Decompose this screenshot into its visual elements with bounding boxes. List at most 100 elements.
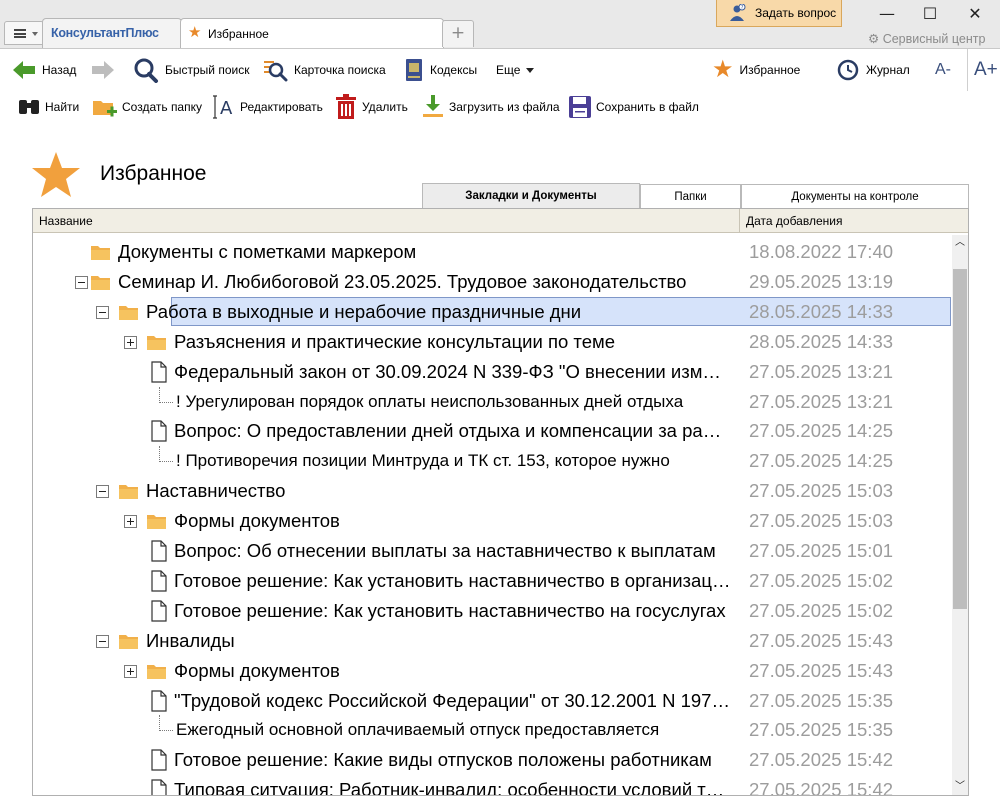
document-icon <box>151 779 167 795</box>
tree-item-title: Работа в выходные и нерабочие праздничны… <box>146 300 582 322</box>
history-clock-icon <box>837 59 859 81</box>
collapse-minus-icon[interactable] <box>96 634 109 648</box>
save-to-file-button[interactable]: Сохранить в файл <box>568 90 699 124</box>
back-label: Назад <box>42 63 77 77</box>
tree-folder-row[interactable]: Наставничество 27.05.2025 15:03 <box>33 476 951 506</box>
tree-document-row[interactable]: "Трудовой кодекс Российской Федерации" о… <box>33 686 951 716</box>
find-button[interactable]: Найти <box>17 90 79 124</box>
vertical-scrollbar[interactable]: ︿ ﹀ <box>952 235 968 795</box>
tree-item-date: 27.05.2025 15:03 <box>749 510 894 532</box>
tree-bookmark-row[interactable]: ! Противоречия позиции Минтруда и ТК ст.… <box>33 446 951 476</box>
create-folder-button[interactable]: Создать папку <box>92 90 202 124</box>
column-name-header[interactable]: Название <box>39 214 93 228</box>
font-smaller-button[interactable]: A- <box>935 49 951 91</box>
tree-item-date: 27.05.2025 15:01 <box>749 540 894 561</box>
tab-controlled-documents[interactable]: Документы на контроле <box>741 184 969 208</box>
tree-document-row[interactable]: Вопрос: О предоставлении дней отдыха и к… <box>33 416 951 446</box>
maximize-button[interactable]: ☐ <box>910 4 950 26</box>
tree-item-title: Вопрос: Об отнесении выплаты за наставни… <box>174 540 716 561</box>
ask-question-button[interactable]: ? Задать вопрос <box>716 0 842 27</box>
tree-document-row[interactable]: Вопрос: Об отнесении выплаты за наставни… <box>33 536 951 566</box>
main-menu-button[interactable] <box>4 21 44 45</box>
scroll-down-arrow-icon[interactable]: ﹀ <box>955 782 965 792</box>
svg-text:A: A <box>220 98 233 119</box>
edit-label: Редактировать <box>240 100 323 114</box>
favorites-star-icon <box>32 152 80 197</box>
tree-folder-row[interactable]: Документы с пометками маркером 18.08.2022… <box>33 237 951 267</box>
tree-folder-row[interactable]: Формы документов 27.05.2025 15:03 <box>33 506 951 536</box>
tree-folder-row[interactable]: Инвалиды 27.05.2025 15:43 <box>33 626 951 656</box>
expand-plus-icon[interactable] <box>124 664 137 678</box>
tree-folder-row[interactable]: Работа в выходные и нерабочие праздничны… <box>33 296 951 327</box>
tree-folder-row[interactable]: Формы документов 27.05.2025 15:43 <box>33 656 951 686</box>
tree-item-title: ! Противоречия позиции Минтруда и ТК ст.… <box>176 451 670 471</box>
collapse-minus-icon[interactable] <box>96 485 109 499</box>
new-tab-button[interactable]: + <box>442 20 474 47</box>
save-to-file-label: Сохранить в файл <box>596 100 699 114</box>
tab-favorites[interactable]: ★ Избранное <box>180 18 444 49</box>
delete-button[interactable]: Удалить <box>334 90 408 124</box>
tree-bookmark-row[interactable]: ! Урегулирован порядок оплаты неиспользо… <box>33 386 951 417</box>
document-icon <box>151 570 167 592</box>
tree-item-date: 27.05.2025 15:02 <box>749 569 894 591</box>
quick-search-label: Быстрый поиск <box>165 63 250 77</box>
more-menu[interactable]: Еще <box>496 49 535 91</box>
search-card-button[interactable]: Карточка поиска <box>262 49 386 91</box>
codes-button[interactable]: Кодексы <box>404 49 477 91</box>
arrow-left-icon <box>13 61 35 79</box>
tree-item-title: Формы документов <box>174 510 340 532</box>
tree-item-title: Документы с пометками маркером <box>118 241 417 262</box>
tree-folder-row[interactable]: Семинар И. Любибоговой 23.05.2025. Трудо… <box>33 267 951 297</box>
tree-document-row[interactable]: Федеральный закон от 30.09.2024 N 339-ФЗ… <box>33 357 951 387</box>
trash-icon <box>336 94 356 119</box>
tree-item-date: 27.05.2025 15:03 <box>749 480 894 502</box>
text-edit-icon: A <box>213 95 233 119</box>
tree-folder-row[interactable]: Разъяснения и практические консультации … <box>33 327 951 357</box>
favorites-label: Избранное <box>739 63 801 77</box>
folder-icon <box>147 664 166 679</box>
column-date-header[interactable]: Дата добавления <box>739 209 842 232</box>
title-bar: КонсультантПлюс ★ Избранное + ? Задать в… <box>0 0 1000 49</box>
tree-document-row[interactable]: Типовая ситуация: Работник-инвалид: особ… <box>33 775 951 795</box>
tree-item-title: Вопрос: О предоставлении дней отдыха и к… <box>174 420 731 442</box>
tree-connector <box>159 386 173 403</box>
scroll-thumb[interactable] <box>953 269 967 609</box>
load-from-file-label: Загрузить из файла <box>449 100 560 114</box>
tree-item-title: Федеральный закон от 30.09.2024 N 339-ФЗ… <box>174 360 731 382</box>
tree-document-row[interactable]: Готовое решение: Как установить наставни… <box>33 596 951 626</box>
folder-open-icon <box>119 305 138 320</box>
collapse-minus-icon[interactable] <box>96 305 109 319</box>
close-button[interactable]: ✕ <box>955 4 995 26</box>
document-icon <box>151 689 167 712</box>
expand-plus-icon[interactable] <box>124 335 137 349</box>
favorites-button[interactable]: ★ Избранное <box>712 49 800 91</box>
folder-open-icon <box>119 634 138 649</box>
service-center-link[interactable]: ⚙ Сервисный центр <box>868 31 985 46</box>
tree-connector <box>159 715 173 732</box>
tree-document-row[interactable]: Готовое решение: Как установить наставни… <box>33 566 951 596</box>
load-from-file-button[interactable]: Загрузить из файла <box>421 90 560 124</box>
collapse-minus-icon[interactable] <box>75 275 88 289</box>
more-label: Еще <box>496 63 521 77</box>
back-button[interactable]: Назад <box>12 49 76 91</box>
document-icon <box>151 360 167 383</box>
edit-button[interactable]: A Редактировать <box>212 90 323 124</box>
tab-consultant-logo[interactable]: КонсультантПлюс <box>42 18 182 48</box>
quick-search-button[interactable]: Быстрый поиск <box>133 49 249 91</box>
forward-button[interactable] <box>91 49 115 91</box>
tree-document-row[interactable]: Готовое решение: Какие виды отпусков пол… <box>33 745 951 775</box>
find-label: Найти <box>45 100 80 114</box>
journal-button[interactable]: Журнал <box>836 49 910 91</box>
menu-icon <box>14 29 26 38</box>
expand-plus-icon[interactable] <box>124 515 137 529</box>
tab-folders[interactable]: Папки <box>640 184 741 208</box>
tab-bookmarks-documents[interactable]: Закладки и Документы <box>422 183 640 209</box>
tree-bookmark-row[interactable]: Ежегодный основной оплачиваемый отпуск п… <box>33 715 951 745</box>
tree-item-title: Готовое решение: Какие виды отпусков пол… <box>174 749 712 771</box>
scroll-up-arrow-icon[interactable]: ︿ <box>955 238 965 248</box>
tree-item-title: Формы документов <box>174 659 340 681</box>
font-larger-button[interactable]: A+ <box>967 49 998 91</box>
tree-item-date: 27.05.2025 14:25 <box>749 450 894 472</box>
minimize-button[interactable]: — <box>867 4 907 26</box>
tree-item-title: "Трудовой кодекс Российской Федерации" о… <box>174 689 731 711</box>
